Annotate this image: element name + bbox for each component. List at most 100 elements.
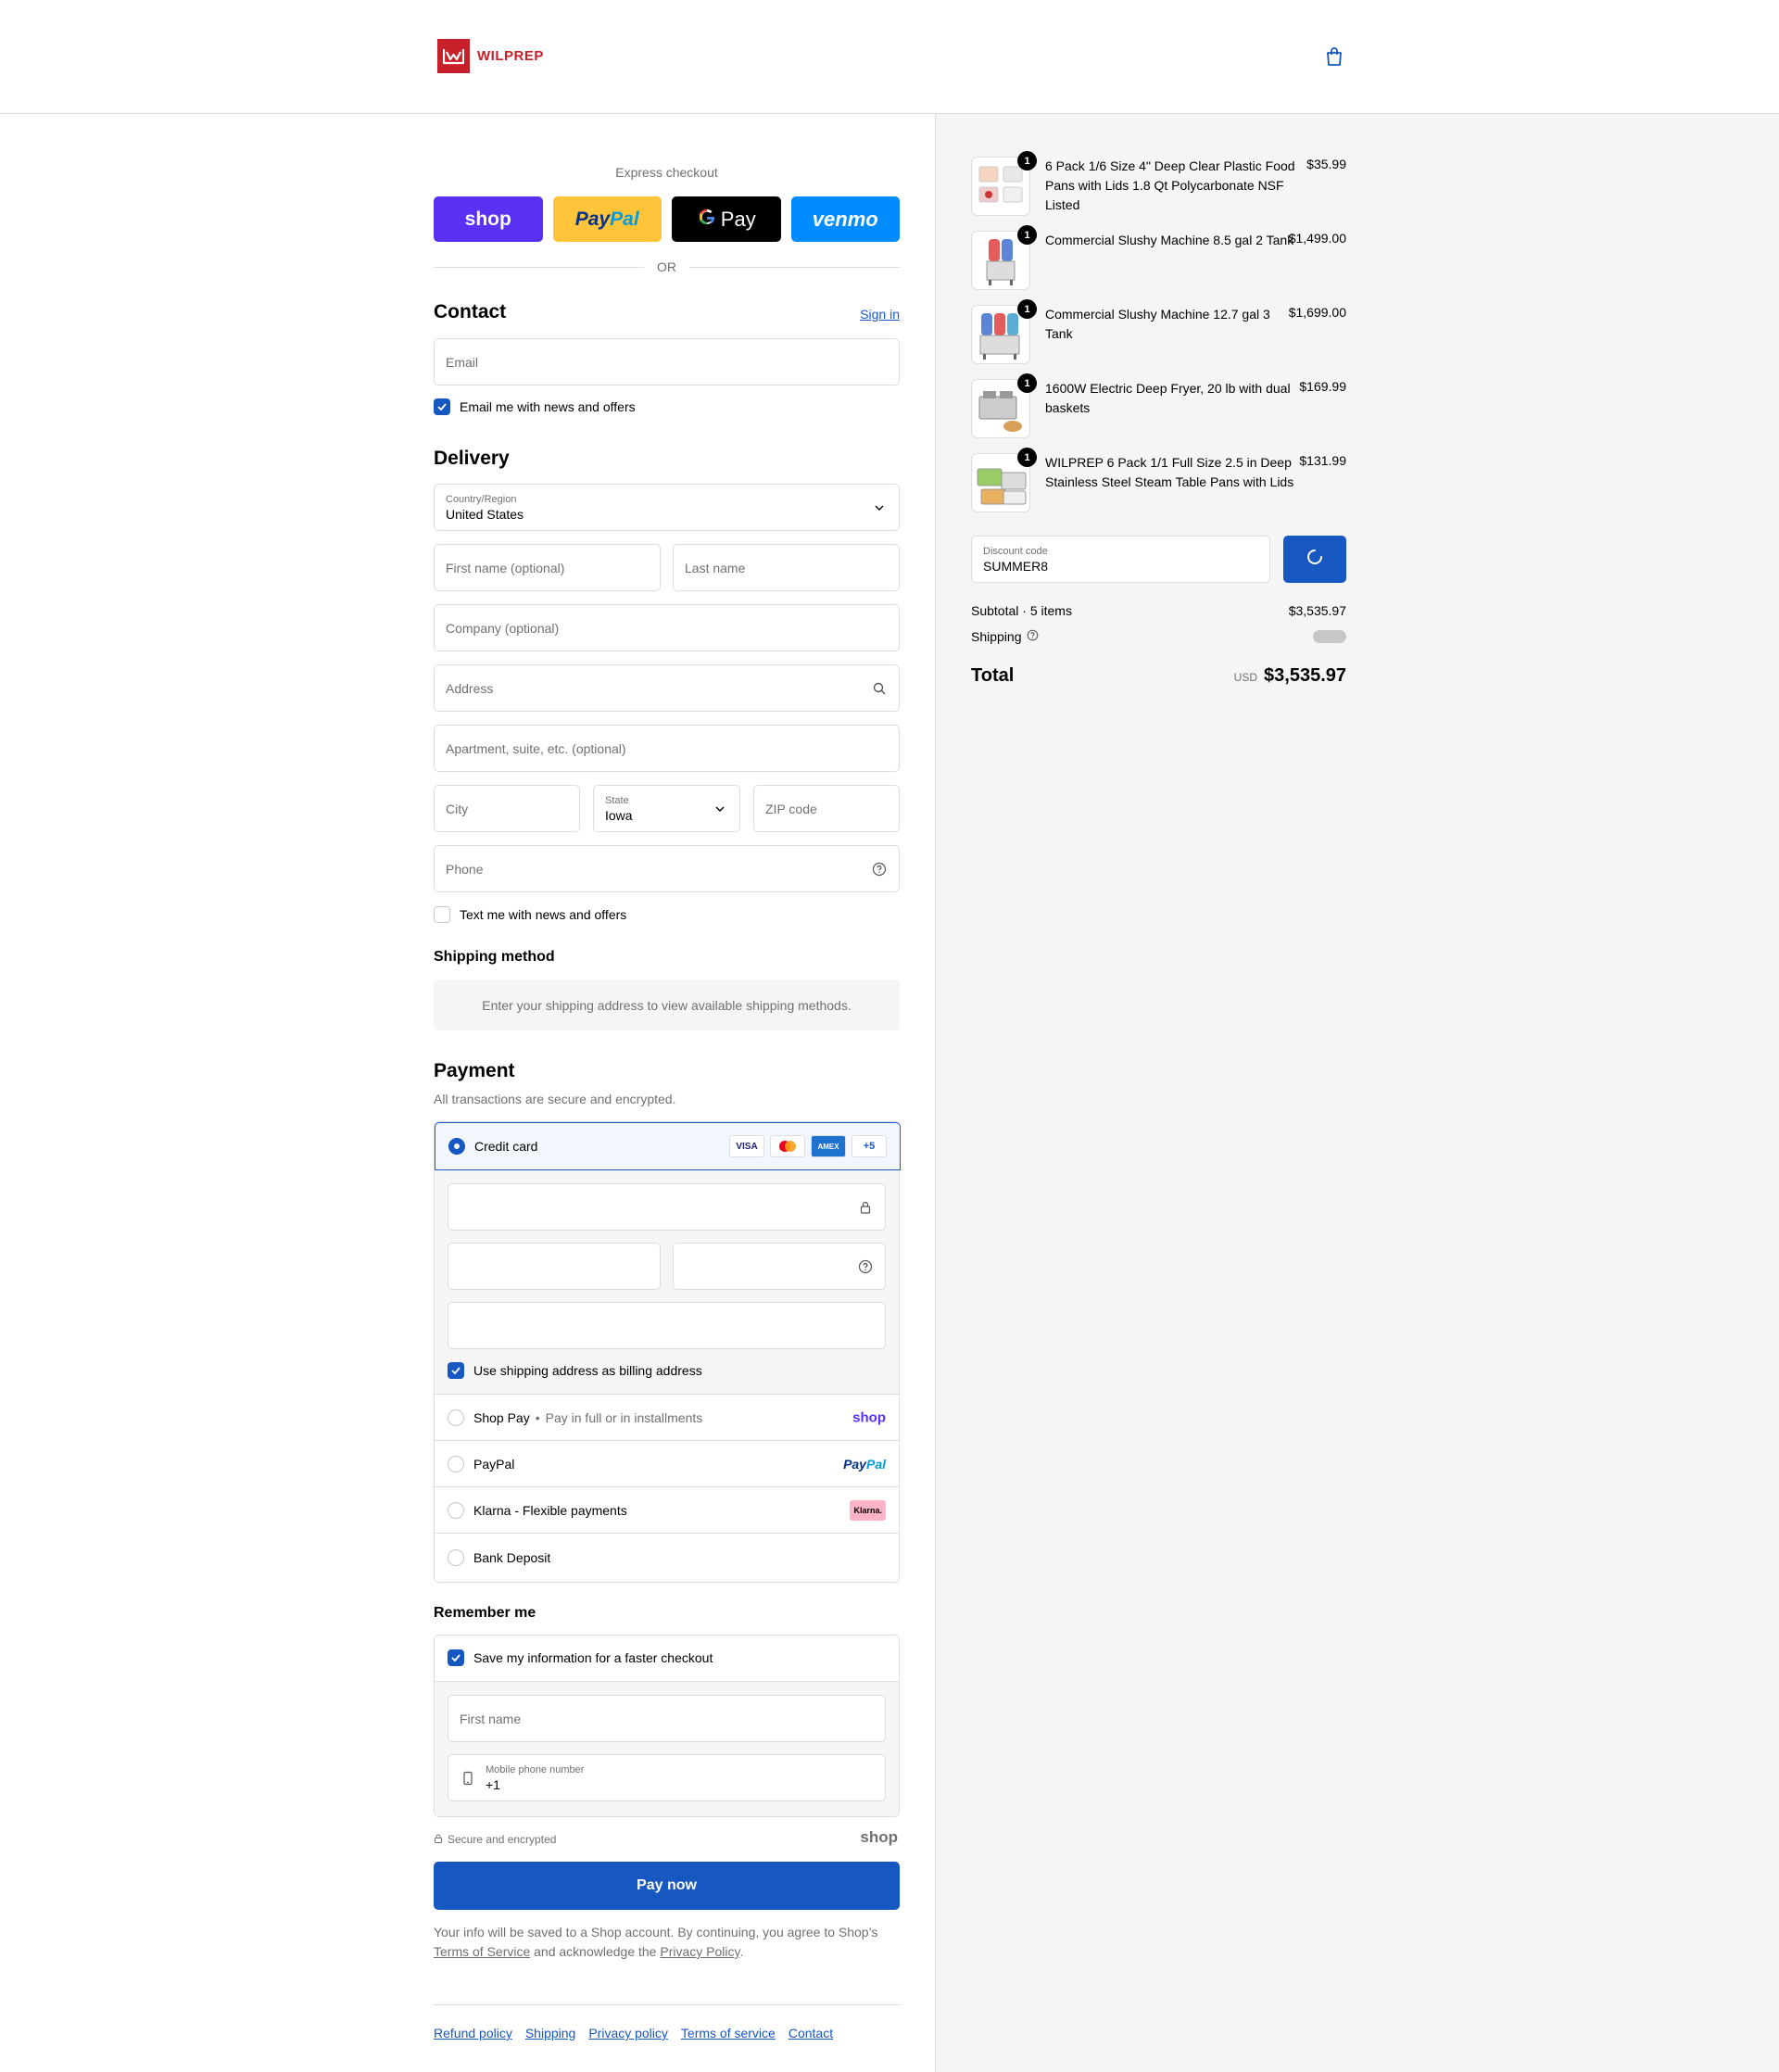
credit-card-option[interactable]: Credit card VISA AMEX +5 bbox=[435, 1122, 901, 1170]
divider-line bbox=[434, 266, 644, 268]
save-info-checkbox-row[interactable]: Save my information for a faster checkou… bbox=[448, 1649, 713, 1666]
text-news-checkbox-row[interactable]: Text me with news and offers bbox=[434, 906, 626, 923]
currency-code: USD bbox=[1233, 670, 1258, 684]
legal-text-3: . bbox=[739, 1944, 744, 1959]
last-name-field[interactable]: Last name bbox=[673, 544, 900, 591]
order-item: 1 WILPREP 6 Pack 1/1 Full Size 2.5 in De… bbox=[971, 448, 1346, 514]
payment-heading: Payment bbox=[434, 1060, 515, 1081]
billing-address-label: Use shipping address as billing address bbox=[473, 1363, 702, 1378]
remember-first-name-field[interactable]: First name bbox=[448, 1695, 886, 1742]
credit-card-label: Credit card bbox=[474, 1139, 538, 1154]
privacy-policy-footer-link[interactable]: Privacy policy bbox=[588, 2026, 668, 2040]
shop-pay-radio[interactable] bbox=[448, 1409, 464, 1426]
help-circle-icon[interactable] bbox=[1027, 629, 1039, 644]
quantity-badge: 1 bbox=[1017, 225, 1037, 245]
paypal-radio[interactable] bbox=[448, 1455, 464, 1472]
email-news-checkbox-row[interactable]: Email me with news and offers bbox=[434, 398, 636, 415]
privacy-policy-link[interactable]: Privacy Policy bbox=[660, 1944, 739, 1959]
credit-card-radio[interactable] bbox=[448, 1138, 465, 1155]
email-news-checkbox[interactable] bbox=[434, 398, 450, 415]
more-cards-label: +5 bbox=[863, 1141, 876, 1152]
paypal-button[interactable]: Pay Pal bbox=[552, 196, 662, 242]
cart-bag-icon[interactable] bbox=[1323, 45, 1345, 68]
chevron-down-icon bbox=[713, 802, 727, 816]
mobile-phone-field[interactable]: Mobile phone number +1 bbox=[448, 1754, 886, 1801]
shop-pay-logo: shop bbox=[852, 1409, 886, 1425]
store-logo[interactable]: WILPREP bbox=[437, 39, 544, 73]
zip-field[interactable]: ZIP code bbox=[753, 785, 900, 832]
card-number-field[interactable] bbox=[448, 1183, 886, 1231]
email-field[interactable]: Email bbox=[434, 338, 900, 385]
lock-icon bbox=[434, 1833, 443, 1846]
klarna-radio[interactable] bbox=[448, 1501, 464, 1519]
mastercard-icon bbox=[770, 1135, 805, 1157]
delivery-heading: Delivery bbox=[434, 448, 510, 469]
order-item: 1 6 Pack 1/6 Size 4" Deep Clear Plastic … bbox=[971, 151, 1346, 218]
klarna-option-label: Klarna - Flexible payments bbox=[473, 1502, 627, 1518]
country-label: Country/Region bbox=[446, 493, 517, 505]
discount-code-value: SUMMER8 bbox=[983, 558, 1049, 574]
paypal-label-part2: Pal bbox=[610, 208, 639, 230]
help-circle-icon[interactable] bbox=[858, 1259, 873, 1279]
express-checkout-buttons: shop Pay Pal Pay venmo bbox=[434, 196, 900, 242]
bank-deposit-radio[interactable] bbox=[448, 1549, 464, 1566]
shipping-link[interactable]: Shipping bbox=[525, 2026, 576, 2040]
subtotal-value: $3,535.97 bbox=[1288, 603, 1346, 618]
paypal-option-label: PayPal bbox=[473, 1456, 515, 1472]
billing-address-checkbox[interactable] bbox=[448, 1362, 464, 1379]
item-price: $1,699.00 bbox=[1288, 305, 1346, 320]
footer-divider bbox=[434, 2004, 900, 2005]
apply-discount-button[interactable] bbox=[1283, 536, 1346, 583]
save-info-checkbox[interactable] bbox=[448, 1649, 464, 1666]
contact-link[interactable]: Contact bbox=[789, 2026, 833, 2040]
help-circle-icon[interactable] bbox=[872, 862, 887, 877]
or-label: OR bbox=[657, 259, 676, 274]
first-name-field[interactable]: First name (optional) bbox=[434, 544, 661, 591]
phone-field[interactable]: Phone bbox=[434, 845, 900, 892]
item-name: WILPREP 6 Pack 1/1 Full Size 2.5 in Deep… bbox=[1045, 455, 1294, 489]
remember-first-name-placeholder: First name bbox=[460, 1711, 522, 1726]
klarna-option[interactable]: Klarna - Flexible payments Klarna. bbox=[435, 1487, 899, 1534]
save-info-label: Save my information for a faster checkou… bbox=[473, 1650, 713, 1665]
terms-of-service-link[interactable]: Terms of Service bbox=[434, 1944, 530, 1959]
sign-in-link[interactable]: Sign in bbox=[860, 307, 900, 322]
shipping-method-heading: Shipping method bbox=[434, 949, 555, 965]
shop-pay-button[interactable]: shop bbox=[434, 196, 543, 242]
pay-now-button[interactable]: Pay now bbox=[434, 1862, 900, 1910]
more-cards-badge: +5 bbox=[852, 1135, 887, 1157]
bank-deposit-option[interactable]: Bank Deposit bbox=[435, 1535, 899, 1581]
state-label: State bbox=[605, 794, 629, 806]
security-code-field[interactable] bbox=[673, 1243, 886, 1290]
payment-methods: Credit card VISA AMEX +5 Use shipping ad… bbox=[434, 1121, 901, 1583]
company-field[interactable]: Company (optional) bbox=[434, 604, 900, 651]
state-select[interactable]: State Iowa bbox=[593, 785, 740, 832]
state-value: Iowa bbox=[605, 807, 633, 823]
venmo-button[interactable]: venmo bbox=[790, 196, 900, 242]
discount-code-field[interactable]: Discount code SUMMER8 bbox=[971, 536, 1270, 583]
refund-policy-link[interactable]: Refund policy bbox=[434, 2026, 512, 2040]
terms-of-service-footer-link[interactable]: Terms of service bbox=[681, 2026, 776, 2040]
quantity-badge: 1 bbox=[1017, 373, 1037, 393]
text-news-checkbox[interactable] bbox=[434, 906, 450, 923]
name-on-card-field[interactable] bbox=[448, 1302, 886, 1349]
zip-placeholder: ZIP code bbox=[765, 801, 817, 816]
address-field[interactable]: Address bbox=[434, 664, 900, 712]
legal-text-1: Your info will be saved to a Shop accoun… bbox=[434, 1925, 878, 1939]
pay-now-label: Pay now bbox=[637, 1877, 697, 1893]
mobile-phone-value: +1 bbox=[486, 1776, 500, 1792]
shipping-row: Shipping bbox=[971, 629, 1346, 644]
city-field[interactable]: City bbox=[434, 785, 580, 832]
country-select[interactable]: Country/Region United States bbox=[434, 484, 900, 531]
text-news-label: Text me with news and offers bbox=[460, 907, 627, 922]
google-pay-button[interactable]: Pay bbox=[672, 196, 781, 242]
paypal-option[interactable]: PayPal PayPal bbox=[435, 1441, 899, 1487]
billing-address-checkbox-row[interactable]: Use shipping address as billing address bbox=[448, 1362, 702, 1379]
expiration-field[interactable] bbox=[448, 1243, 661, 1290]
shop-pay-option[interactable]: Shop Pay • Pay in full or in installment… bbox=[435, 1395, 899, 1441]
order-item: 1 Commercial Slushy Machine 12.7 gal 3 T… bbox=[971, 299, 1346, 366]
item-name: 6 Pack 1/6 Size 4" Deep Clear Plastic Fo… bbox=[1045, 158, 1295, 212]
first-name-placeholder: First name (optional) bbox=[446, 560, 565, 575]
klarna-logo: Klarna. bbox=[850, 1499, 886, 1521]
shipping-label-group: Shipping bbox=[971, 629, 1039, 644]
apartment-field[interactable]: Apartment, suite, etc. (optional) bbox=[434, 725, 900, 772]
